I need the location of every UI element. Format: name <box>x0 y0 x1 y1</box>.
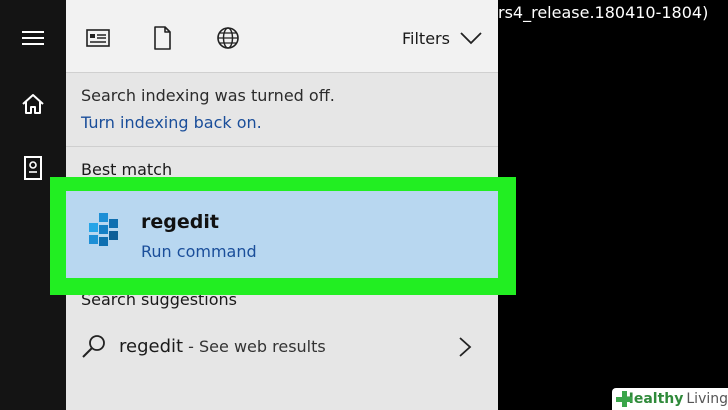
watermark-text-living: Living <box>686 391 728 407</box>
divider <box>66 146 498 147</box>
indexing-notice: Search indexing was turned off. <box>81 86 335 105</box>
apps-icon[interactable] <box>84 24 112 52</box>
result-title: regedit <box>141 211 219 233</box>
home-icon[interactable] <box>18 89 48 119</box>
chevron-down-icon <box>460 32 482 45</box>
filters-button[interactable]: Filters <box>402 25 482 51</box>
watermark-logo: Healthy Living <box>612 388 728 410</box>
chevron-right-icon[interactable] <box>458 336 472 358</box>
web-suggestion-item[interactable]: regedit - See web results <box>66 326 498 372</box>
console-output: rs4_release.180410-1804) <box>498 3 709 22</box>
suggestion-query: regedit <box>119 336 184 357</box>
suggestion-text: regedit - See web results <box>119 336 326 357</box>
filters-label: Filters <box>402 28 450 48</box>
plus-logo-icon <box>616 391 633 407</box>
documents-icon[interactable] <box>148 24 176 52</box>
regedit-cubes-icon <box>89 213 118 246</box>
notebook-icon[interactable] <box>18 153 48 183</box>
web-globe-icon[interactable] <box>214 24 242 52</box>
best-match-result[interactable]: regedit Run command <box>66 191 498 278</box>
suggestion-hint: - See web results <box>183 337 326 356</box>
hamburger-menu-icon[interactable] <box>18 23 48 53</box>
search-icon <box>82 335 105 358</box>
indexing-link[interactable]: Turn indexing back on. <box>81 113 262 132</box>
result-subtitle: Run command <box>141 242 257 261</box>
search-topbar: Filters <box>66 0 498 73</box>
